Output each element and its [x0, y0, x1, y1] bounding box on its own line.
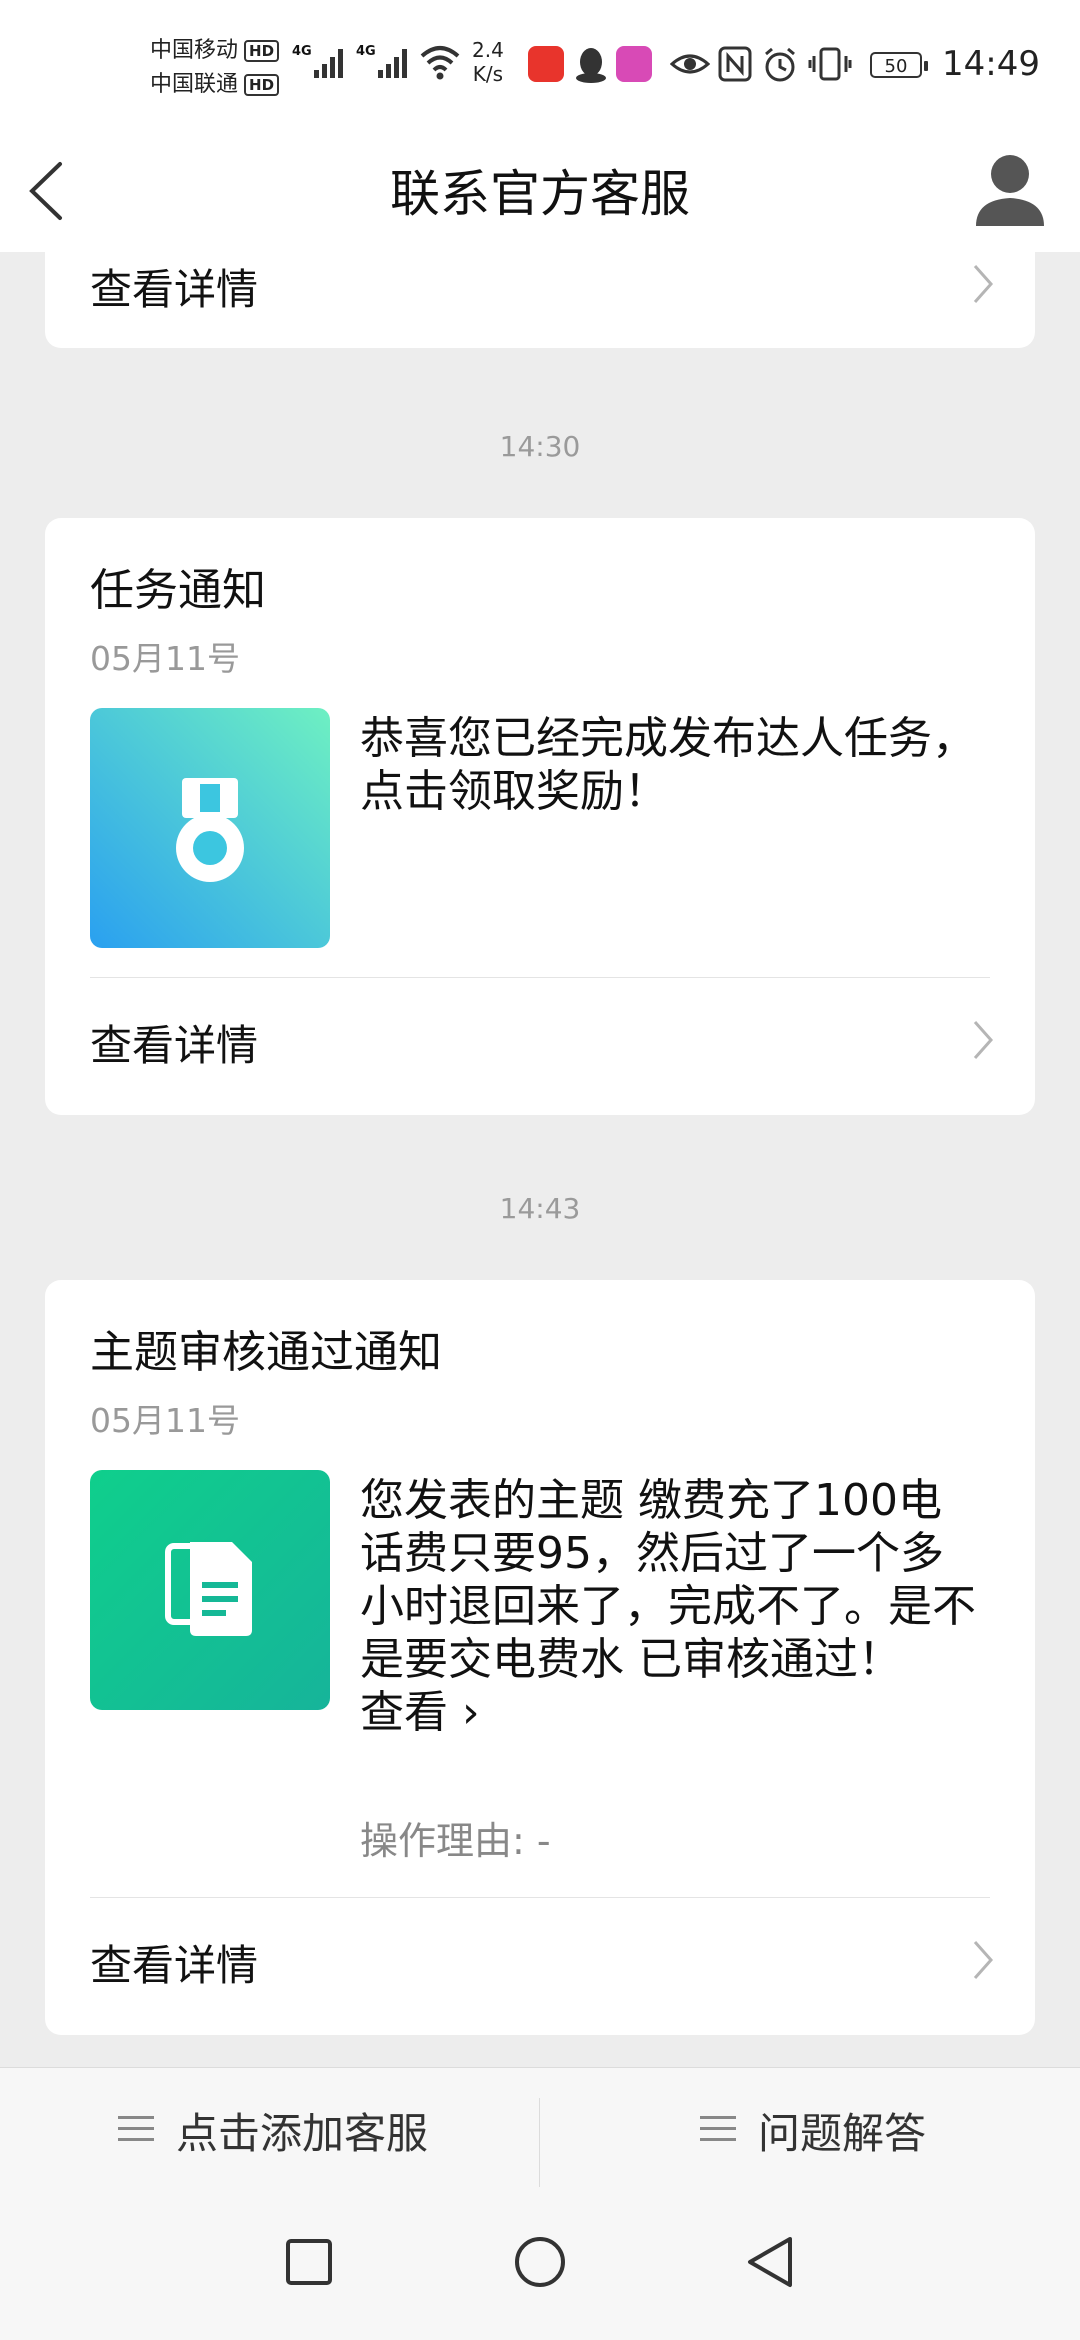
triangle-back-icon: [748, 2237, 792, 2287]
card-title: 主题审核通过通知: [90, 1327, 442, 1378]
message-feed[interactable]: 查看详情 14:30 任务通知 05月11号 恭喜您已经完成发布达人任务，点击领…: [0, 252, 1080, 2067]
recent-apps-button[interactable]: [274, 2227, 344, 2297]
hd-badge: HD: [244, 74, 280, 96]
review-thumbnail: [90, 1470, 330, 1710]
add-service-menu-button[interactable]: 点击添加客服: [0, 2068, 538, 2188]
status-time: 14:49: [942, 44, 1040, 84]
network-speed: 2.4 K/s: [472, 38, 504, 86]
user-icon: [976, 155, 1044, 226]
menu-label: 问题解答: [758, 2109, 927, 2158]
chevron-right-icon: [973, 1021, 994, 1059]
back-nav-button[interactable]: [736, 2227, 806, 2297]
vibrate-icon: [808, 47, 852, 81]
card-date: 05月11号: [90, 1401, 240, 1440]
battery-icon: 50: [870, 52, 928, 78]
timestamp: 14:43: [499, 1192, 581, 1225]
bottom-menu: 点击添加客服 问题解答: [0, 2067, 1080, 2258]
qq-icon: [576, 48, 606, 83]
menu-lines-icon: [118, 2116, 154, 2141]
card-message-body: 您发表的主题 缴费充了100电话费只要95，然后过了一个多小时退回来了，完成不了…: [360, 1475, 976, 1685]
task-thumbnail: [90, 708, 330, 948]
carrier-info: 中国移动 HD 中国联通 HD: [150, 34, 280, 102]
taobao-app-icon: [528, 46, 564, 82]
carrier-2-name: 中国联通: [150, 72, 239, 97]
system-navigation-bar: [0, 2187, 1080, 2340]
view-details-label: 查看详情: [90, 265, 259, 314]
circle-icon: [515, 2237, 565, 2287]
view-details-row[interactable]: 查看详情: [45, 978, 1035, 1108]
medal-icon: [176, 778, 244, 882]
message-card-task: 任务通知 05月11号 恭喜您已经完成发布达人任务，点击领取奖励！ 查看详情: [45, 518, 1035, 1115]
wifi-icon: [420, 46, 460, 80]
timestamp: 14:30: [499, 430, 581, 463]
view-details-row[interactable]: 查看详情: [45, 252, 1035, 352]
home-button[interactable]: [505, 2227, 575, 2297]
view-details-label: 查看详情: [90, 1941, 259, 1990]
status-bar: 中国移动 HD 中国联通 HD 4G 4G 2.4 K/s 50 14:49: [0, 0, 1080, 130]
carrier-1-name: 中国移动: [150, 38, 239, 63]
operation-reason: 操作理由: -: [360, 1819, 551, 1863]
network-2-label: 4G: [356, 44, 376, 59]
eye-icon: [670, 54, 710, 74]
view-topic-link[interactable]: 查看 ›: [360, 1687, 480, 1738]
app-notification-icon: [616, 46, 652, 82]
view-details-label: 查看详情: [90, 1021, 259, 1070]
card-title: 任务通知: [90, 565, 266, 616]
card-date: 05月11号: [90, 639, 240, 678]
message-card-partial: 查看详情: [45, 252, 1035, 348]
page-title: 联系官方客服: [390, 165, 690, 223]
card-message-text: 您发表的主题 缴费充了100电话费只要95，然后过了一个多小时退回来了，完成不了…: [360, 1474, 980, 1739]
menu-label: 点击添加客服: [176, 2109, 429, 2158]
card-message-text: 恭喜您已经完成发布达人任务，点击领取奖励！: [360, 713, 976, 817]
square-icon: [286, 2239, 332, 2285]
nfc-icon: [718, 46, 752, 82]
network-1-label: 4G: [292, 44, 312, 59]
message-card-review: 主题审核通过通知 05月11号 您发表的主题 缴费充了100电话费只要95，然后…: [45, 1280, 1035, 2035]
chevron-right-icon: [973, 265, 994, 303]
nav-header: 联系官方客服: [0, 130, 1080, 252]
profile-button[interactable]: [970, 144, 1050, 234]
document-icon: [165, 1542, 252, 1636]
menu-lines-icon: [700, 2116, 736, 2141]
faq-menu-button[interactable]: 问题解答: [540, 2068, 1078, 2188]
hd-badge: HD: [244, 40, 280, 62]
alarm-icon: [765, 47, 795, 82]
view-details-row[interactable]: 查看详情: [45, 1898, 1035, 2028]
chevron-right-icon: [973, 1941, 994, 1979]
